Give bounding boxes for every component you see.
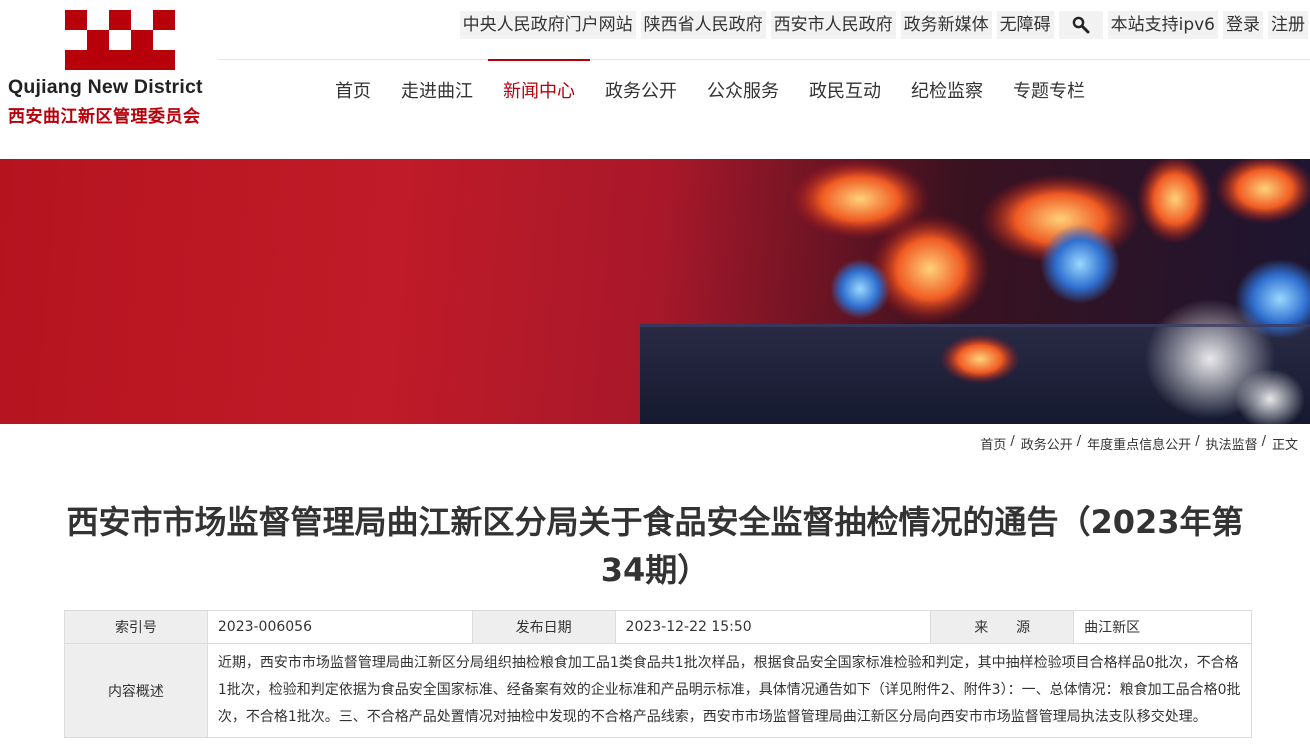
index-number-label: 索引号 [64, 610, 208, 644]
register-link[interactable]: 注册 [1268, 11, 1308, 39]
info-row-summary: 内容概述 近期，西安市市场监督管理局曲江新区分局组织抽检粮食加工品1类食品共1批… [64, 643, 1253, 738]
banner-image [0, 159, 1310, 424]
ipv6-support-link[interactable]: 本站支持ipv6 [1107, 11, 1218, 39]
breadcrumb-separator: / [1261, 434, 1266, 449]
top-links-bar: 中央人民政府门户网站 陕西省人民政府 西安市人民政府 政务新媒体 无障碍 本站支… [459, 11, 1308, 39]
search-icon [1072, 16, 1090, 34]
main-nav: 首页 走进曲江 新闻中心 政务公开 公众服务 政民互动 纪检监察 专题专栏 [320, 59, 1100, 124]
breadcrumb-home[interactable]: 首页 [980, 434, 1006, 453]
login-link[interactable]: 登录 [1223, 11, 1263, 39]
nav-item-news-center[interactable]: 新闻中心 [488, 59, 590, 124]
site-logo[interactable]: Qujiang New District 西安曲江新区管理委员会 [6, 10, 216, 130]
breadcrumb-gov-affairs[interactable]: 政务公开 [1021, 434, 1073, 453]
info-row-meta: 索引号 2023-006056 发布日期 2023-12-22 15:50 来 … [64, 610, 1252, 644]
source-value: 曲江新区 [1073, 610, 1252, 644]
publish-date-label: 发布日期 [471, 610, 616, 644]
summary-value: 近期，西安市市场监督管理局曲江新区分局组织抽检粮食加工品1类食品共1批次样品，根… [206, 643, 1253, 738]
breadcrumb-separator: / [1010, 434, 1015, 449]
top-link-shaanxi-gov[interactable]: 陕西省人民政府 [640, 11, 766, 39]
breadcrumb-separator: / [1195, 434, 1200, 449]
source-label: 来 源 [930, 610, 1075, 644]
nav-item-gov-affairs[interactable]: 政务公开 [590, 60, 692, 124]
logo-checker-mark [54, 10, 175, 72]
index-number-value: 2023-006056 [206, 610, 473, 644]
top-link-central-gov[interactable]: 中央人民政府门户网站 [459, 11, 636, 39]
logo-chinese-name: 西安曲江新区管理委员会 [8, 107, 201, 127]
breadcrumb-enforcement[interactable]: 执法监督 [1206, 434, 1258, 453]
logo-english-name: Qujiang New District [8, 76, 203, 98]
article-info-table: 索引号 2023-006056 发布日期 2023-12-22 15:50 来 … [64, 610, 1253, 738]
breadcrumb-current: 正文 [1271, 438, 1298, 453]
breadcrumb-annual-info[interactable]: 年度重点信息公开 [1087, 434, 1191, 453]
summary-label: 内容概述 [64, 643, 208, 738]
publish-date-value: 2023-12-22 15:50 [614, 610, 932, 644]
banner-lanterns-illustration [640, 159, 1310, 424]
nav-item-special-topics[interactable]: 专题专栏 [998, 60, 1100, 124]
breadcrumb-separator: / [1076, 434, 1082, 449]
nav-item-interaction[interactable]: 政民互动 [794, 60, 896, 124]
nav-item-discipline-inspection[interactable]: 纪检监察 [896, 60, 998, 124]
article-title: 西安市市场监督管理局曲江新区分局关于食品安全监督抽检情况的通告（2023年第34… [66, 503, 1244, 589]
site-header: Qujiang New District 西安曲江新区管理委员会 中央人民政府门… [0, 0, 1310, 158]
nav-item-public-service[interactable]: 公众服务 [692, 60, 794, 124]
nav-item-about-qujiang[interactable]: 走进曲江 [386, 60, 488, 124]
nav-item-home[interactable]: 首页 [320, 60, 386, 124]
top-link-xian-gov[interactable]: 西安市人民政府 [770, 11, 896, 39]
search-button[interactable] [1058, 11, 1103, 39]
top-link-new-media[interactable]: 政务新媒体 [900, 11, 992, 39]
breadcrumb: 首页 / 政务公开 / 年度重点信息公开 / 执法监督 / 正文 [980, 434, 1298, 453]
top-link-accessibility[interactable]: 无障碍 [996, 11, 1054, 39]
